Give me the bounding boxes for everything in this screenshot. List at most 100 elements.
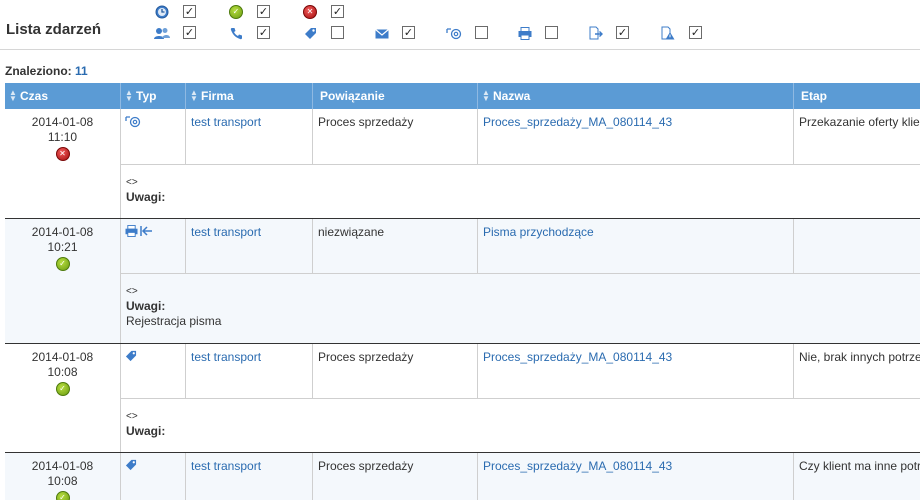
nazwa-link[interactable]: Pisma przychodzące: [478, 219, 794, 273]
event-type: [121, 109, 186, 164]
firma-link[interactable]: test transport: [186, 219, 313, 273]
event-hour: 11:10: [47, 130, 78, 144]
check-status-icon: ✓: [55, 382, 70, 396]
column-typ-label: Typ: [136, 89, 157, 103]
event-hour: 10:08: [47, 365, 78, 379]
check-status-icon: ✓: [55, 491, 70, 500]
checkmark: ✓: [617, 26, 628, 39]
powiazanie-text: Proces sprzedaży: [313, 109, 478, 164]
event-time: 2014-01-08 11:10 ✕: [5, 109, 121, 218]
email-at-icon: [446, 26, 462, 40]
page-title: Lista zdarzeń: [6, 21, 102, 38]
event-main: test transport Proces sprzedaży Proces_s…: [121, 344, 920, 399]
event-date: 2014-01-08: [31, 459, 94, 473]
checkmark: ✓: [403, 26, 414, 39]
powiazanie-text: Proces sprzedaży: [313, 344, 478, 398]
uwagi-label: Uwagi:: [126, 190, 166, 204]
tag-icon: [125, 459, 137, 500]
event-main: test transport Proces sprzedaży Proces_s…: [121, 453, 920, 500]
checkmark: ✓: [258, 26, 269, 39]
filter-checkbox-9[interactable]: ✓: [616, 26, 629, 39]
event-notes: <> Uwagi:: [121, 169, 920, 205]
filter-checkbox-7[interactable]: [475, 26, 488, 39]
results-summary: Znaleziono: 11: [5, 64, 88, 78]
checkmark: ✓: [184, 26, 195, 39]
page-header: Lista zdarzeń ✓ ✓ ✓ ✕ ✓ ✓ ✓ ✓ ✓ ✓: [0, 0, 920, 50]
event-time: 2014-01-08 10:08 ✓: [5, 344, 121, 452]
printer-icon: [125, 225, 138, 273]
filter-checkbox-10[interactable]: ✓: [689, 26, 702, 39]
column-etap-label: Etap: [801, 89, 828, 103]
sort-icon: ▲ ▼: [482, 88, 490, 103]
table-header: ▲ ▼ Czas ▲ ▼ Typ ▲ ▼ Firma Powiązanie ▲ ▼ Nazwa …: [5, 83, 920, 109]
filter-checkbox-5[interactable]: [331, 26, 344, 39]
nazwa-link[interactable]: Proces_sprzedaży_MA_080114_43: [478, 453, 794, 500]
event-time: 2014-01-08 10:21 ✓: [5, 219, 121, 343]
checkmark: ✓: [184, 5, 195, 18]
phone-icon: [228, 26, 244, 40]
filter-checkbox-6[interactable]: ✓: [402, 26, 415, 39]
etap-text: Przekazanie oferty klie: [799, 115, 920, 129]
etap-text: [794, 219, 920, 273]
event-main: test transport Proces sprzedaży Proces_s…: [121, 109, 920, 165]
event-time: 2014-01-08 10:08 ✓: [5, 453, 121, 500]
warning-document-icon: [660, 26, 676, 40]
check-status-icon: ✓: [55, 257, 70, 271]
column-powiazanie-label: Powiązanie: [320, 89, 385, 103]
firma-link[interactable]: test transport: [186, 344, 313, 398]
event-date: 2014-01-08: [31, 350, 94, 364]
table-row[interactable]: 2014-01-08 10:21 ✓ test transport niezwi…: [5, 219, 920, 344]
event-type: [121, 453, 186, 500]
expand-toggle[interactable]: <>: [126, 175, 915, 190]
column-nazwa[interactable]: ▲ ▼ Nazwa: [478, 83, 794, 109]
filter-checkbox-4[interactable]: ✓: [257, 26, 270, 39]
event-date: 2014-01-08: [31, 115, 94, 129]
uwagi-text: Rejestracja pisma: [126, 314, 222, 328]
firma-link[interactable]: test transport: [186, 109, 313, 164]
powiazanie-text: niezwiązane: [313, 219, 478, 273]
filter-checkbox-2[interactable]: ✓: [331, 5, 344, 18]
table-row[interactable]: 2014-01-08 10:08 ✓ test transport Proces…: [5, 453, 920, 500]
tag-icon: [302, 26, 318, 40]
checkmark: ✓: [258, 5, 269, 18]
filter-checkbox-8[interactable]: [545, 26, 558, 39]
uwagi-label: Uwagi:: [126, 424, 166, 438]
sort-icon: ▲ ▼: [125, 88, 133, 103]
printer-icon: [517, 26, 533, 40]
filter-checkbox-1[interactable]: ✓: [257, 5, 270, 18]
found-label: Znaleziono:: [5, 64, 72, 78]
event-type: [121, 344, 186, 398]
event-main: test transport niezwiązane Pisma przycho…: [121, 219, 920, 274]
event-notes: <> Uwagi: Rejestracja pisma: [121, 278, 920, 329]
column-nazwa-label: Nazwa: [493, 89, 531, 103]
uwagi-label: Uwagi:: [126, 299, 166, 313]
error-status-icon: ✕: [302, 5, 318, 19]
column-typ[interactable]: ▲ ▼ Typ: [121, 83, 186, 109]
table-row[interactable]: 2014-01-08 10:08 ✓ test transport Proces…: [5, 344, 920, 453]
event-hour: 10:08: [47, 474, 78, 488]
event-notes: <> Uwagi:: [121, 403, 920, 439]
etap-text: Nie, brak innych potrze: [799, 350, 920, 364]
sort-icon: ▲ ▼: [190, 88, 198, 103]
etap-text: Czy klient ma inne potr: [799, 459, 920, 473]
firma-link[interactable]: test transport: [186, 453, 313, 500]
sort-icon: ▲ ▼: [9, 88, 17, 103]
powiazanie-text: Proces sprzedaży: [313, 453, 478, 500]
nazwa-link[interactable]: Proces_sprzedaży_MA_080114_43: [478, 109, 794, 164]
error-status-icon: ✕: [55, 147, 70, 161]
filter-checkbox-3[interactable]: ✓: [183, 26, 196, 39]
document-export-icon: [588, 26, 604, 40]
mail-icon: [374, 26, 390, 40]
filter-checkbox-0[interactable]: ✓: [183, 5, 196, 18]
column-firma[interactable]: ▲ ▼ Firma: [186, 83, 313, 109]
tag-icon: [125, 350, 137, 398]
checkmark: ✓: [332, 5, 343, 18]
expand-toggle[interactable]: <>: [126, 284, 915, 299]
column-firma-label: Firma: [201, 89, 234, 103]
nazwa-link[interactable]: Proces_sprzedaży_MA_080114_43: [478, 344, 794, 398]
column-czas[interactable]: ▲ ▼ Czas: [5, 83, 121, 109]
column-etap: Etap: [794, 83, 920, 109]
expand-toggle[interactable]: <>: [126, 409, 915, 424]
table-row[interactable]: 2014-01-08 11:10 ✕ test transport Proces…: [5, 109, 920, 219]
incoming-arrow-icon: [140, 225, 153, 273]
